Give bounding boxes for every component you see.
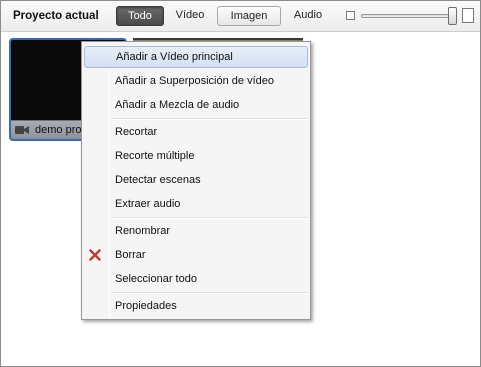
- filter-all-button[interactable]: Todo: [116, 6, 164, 26]
- menu-item-properties[interactable]: Propiedades: [84, 295, 308, 317]
- context-menu: Añadir a Vídeo principal Añadir a Superp…: [81, 41, 311, 320]
- filter-image-button[interactable]: Imagen: [217, 6, 281, 26]
- toolbar: Proyecto actual Todo Vídeo Imagen Audio: [1, 1, 480, 32]
- video-camera-icon: [15, 126, 29, 134]
- zoom-out-icon[interactable]: [346, 11, 355, 20]
- menu-separator: [112, 292, 308, 294]
- menu-item-delete[interactable]: Borrar: [82, 244, 310, 266]
- zoom-in-icon[interactable]: [462, 8, 474, 23]
- filter-audio-button[interactable]: Audio: [288, 6, 328, 26]
- clip-name: demo pro: [35, 124, 82, 136]
- menu-item-rename[interactable]: Renombrar: [84, 220, 308, 242]
- menu-item-add-main-video[interactable]: Añadir a Vídeo principal: [84, 46, 308, 68]
- menu-item-trim[interactable]: Recortar: [84, 121, 308, 143]
- zoom-slider[interactable]: [361, 14, 457, 18]
- menu-item-select-all[interactable]: Seleccionar todo: [84, 268, 308, 290]
- menu-item-add-audio-mix[interactable]: Añadir a Mezcla de audio: [84, 94, 308, 116]
- menu-separator: [112, 217, 308, 219]
- project-panel: Proyecto actual Todo Vídeo Imagen Audio …: [0, 0, 481, 367]
- menu-item-detect-scenes[interactable]: Detectar escenas: [84, 169, 308, 191]
- zoom-slider-thumb[interactable]: [448, 7, 457, 25]
- filter-video-button[interactable]: Vídeo: [170, 6, 210, 26]
- menu-item-delete-label: Borrar: [115, 249, 146, 261]
- menu-item-multi-trim[interactable]: Recorte múltiple: [84, 145, 308, 167]
- panel-title: Proyecto actual: [13, 10, 99, 22]
- menu-item-extract-audio[interactable]: Extraer audio: [84, 193, 308, 215]
- menu-item-add-video-overlay[interactable]: Añadir a Superposición de vídeo: [84, 70, 308, 92]
- menu-separator: [112, 118, 308, 120]
